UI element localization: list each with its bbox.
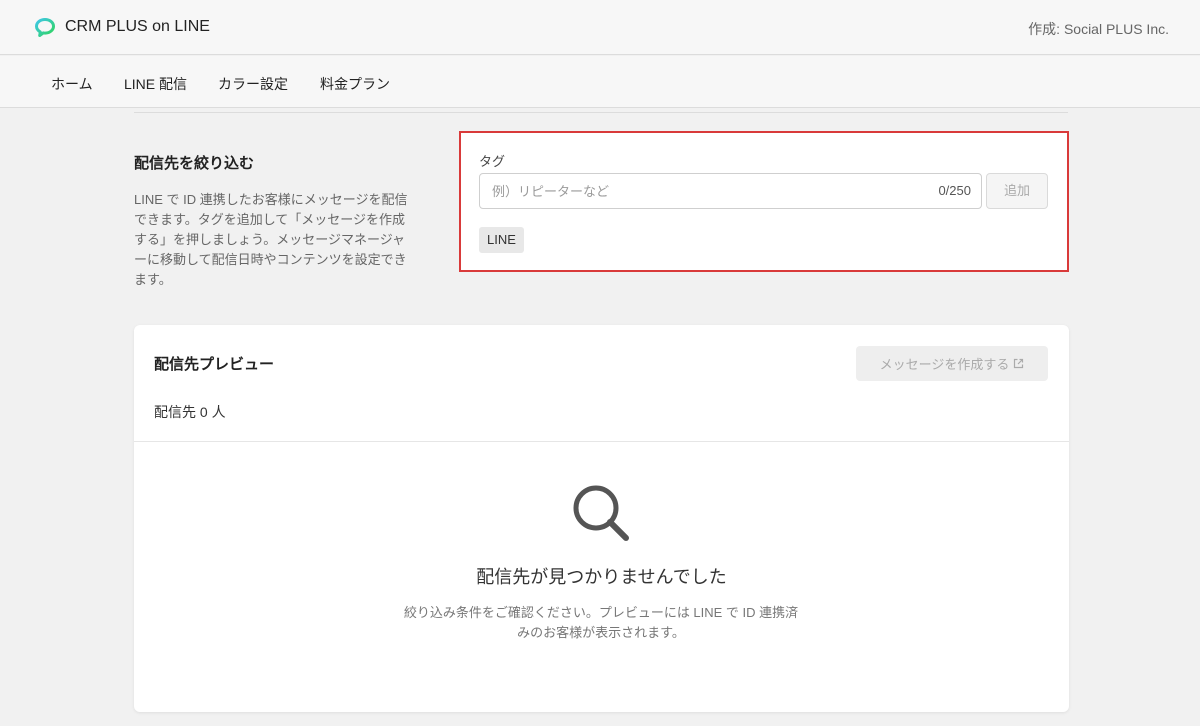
- nav-item-line-delivery[interactable]: LINE 配信: [124, 74, 187, 94]
- recipient-count: 配信先 0 人: [154, 404, 226, 420]
- tag-input[interactable]: [480, 174, 910, 208]
- preview-divider: [134, 441, 1069, 442]
- preview-title: 配信先プレビュー: [154, 356, 275, 373]
- section-divider: [134, 112, 1068, 113]
- external-link-icon: [1014, 358, 1024, 369]
- nav-item-pricing[interactable]: 料金プラン: [320, 74, 390, 94]
- credit-text: 作成: Social PLUS Inc.: [1028, 21, 1169, 37]
- tag-filter-card: タグ 0/250 追加 LINE: [459, 131, 1069, 272]
- filter-title: 配信先を絞り込む: [134, 155, 255, 172]
- preview-card: 配信先プレビュー メッセージを作成する 配信先 0 人 配信先が見つかりませんで…: [134, 325, 1069, 712]
- tag-chip-line[interactable]: LINE: [479, 227, 524, 253]
- tag-label: タグ: [479, 154, 506, 169]
- top-bar: CRM PLUS on LINE 作成: Social PLUS Inc.: [0, 0, 1200, 55]
- empty-state-description: 絞り込み条件をご確認ください。プレビューには LINE で ID 連携済みのお客…: [403, 605, 799, 640]
- tag-input-wrapper: 0/250: [479, 173, 982, 209]
- create-message-label: メッセージを作成する: [879, 357, 1010, 372]
- tag-character-counter: 0/250: [938, 183, 971, 198]
- empty-state-title: 配信先が見つかりませんでした: [476, 567, 727, 587]
- nav-item-color-settings[interactable]: カラー設定: [218, 74, 288, 94]
- create-message-button[interactable]: メッセージを作成する: [856, 346, 1048, 381]
- filter-description: LINE で ID 連携したお客様にメッセージを配信できます。タグを追加して「メ…: [134, 192, 408, 287]
- app-title: CRM PLUS on LINE: [65, 18, 210, 35]
- search-icon: [573, 485, 629, 541]
- main-nav: ホーム LINE 配信 カラー設定 料金プラン: [0, 56, 1200, 108]
- add-tag-button[interactable]: 追加: [986, 173, 1048, 209]
- nav-item-home[interactable]: ホーム: [51, 74, 93, 94]
- chat-bubble-logo-icon: [35, 18, 55, 37]
